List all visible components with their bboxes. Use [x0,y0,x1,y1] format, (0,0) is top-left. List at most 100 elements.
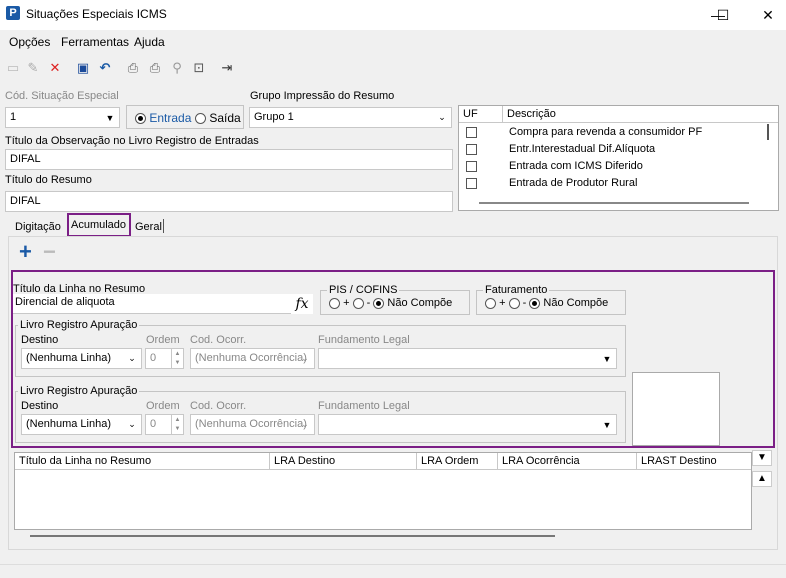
tab-acumulado[interactable]: Acumulado [67,213,131,237]
move-up-icon[interactable]: ▲ [752,471,772,487]
resumo-grid-header: Título da Linha no Resumo LRA Destino LR… [15,453,751,470]
col-uf[interactable]: UF [459,106,503,123]
uf-grid[interactable]: UF Descrição Compra para revenda a consu… [458,105,779,211]
close-button[interactable]: ✕ [745,0,786,30]
row-desc: Entrada de Produtor Rural [509,177,638,189]
col-lrast-destino[interactable]: LRAST Destino [637,453,751,470]
table-row[interactable]: Entrada de Produtor Rural [459,175,759,192]
new-icon[interactable]: ▭ [4,59,22,77]
destino-combo[interactable]: (Nenhuma Linha) ⌄ [21,414,142,435]
row-checkbox[interactable] [466,178,477,189]
horizontal-scrollbar[interactable] [30,535,555,537]
radio-entrada[interactable]: Entrada [135,111,191,125]
app-icon: P [6,6,20,20]
undo-icon[interactable]: ↶ [96,59,114,77]
radio-saida[interactable]: Saída [195,111,241,125]
menu-ajuda[interactable]: Ajuda [134,35,165,49]
ordem-value: 0 [150,352,157,364]
ordem-label: Ordem [146,400,180,412]
horizontal-scrollbar[interactable] [479,202,749,204]
obs-label: Título da Observação no Livro Registro d… [5,135,259,147]
livro-legend: Livro Registro Apuração [18,385,140,397]
pis-minus-label: - [366,297,371,309]
row-checkbox[interactable] [466,127,477,138]
menu-ferramentas[interactable]: Ferramentas [61,35,129,49]
menu-opcoes[interactable]: Opções [9,35,50,49]
cod-ocorr-label: Cod. Ocorr. [190,400,247,412]
cod-ocorr-label: Cod. Ocorr. [190,334,247,346]
fx-icon[interactable]: fx [291,294,313,314]
pis-radio-nao[interactable] [373,297,385,309]
entrada-saida-group: Entrada Saída [126,105,244,129]
maximize-button[interactable]: ☐ [700,0,746,30]
tab-geral[interactable]: Geral [135,221,162,233]
resumo-input[interactable]: DIFAL [5,191,453,212]
fat-radio-plus[interactable] [485,297,496,309]
destino-label: Destino [21,334,59,346]
title-bar: P Situações Especiais ICMS — ☐ ✕ [0,0,786,30]
cod-ocorr-value: (Nenhuma Ocorrência) [195,352,307,364]
grupo-value: Grupo 1 [254,111,294,123]
vertical-scrollbar[interactable] [767,124,769,140]
fat-radio-minus[interactable] [508,297,520,309]
pis-radio-minus[interactable] [352,297,364,309]
ordem-stepper[interactable]: 0 ▲ ▼ [145,348,184,369]
stepper-arrows-icon[interactable]: ▲ ▼ [171,349,183,368]
cod-ocorr-combo[interactable]: (Nenhuma Ocorrência) ⌄ [190,348,315,369]
pis-radio-plus[interactable] [329,297,340,309]
search-icon[interactable]: ⚲ [168,59,186,77]
chevron-down-icon: ▼ [602,353,612,364]
exit-icon[interactable]: ⇥ [218,59,236,77]
window-title: Situações Especiais ICMS [26,7,167,21]
grupo-combo[interactable]: Grupo 1 ⌄ [249,107,452,128]
cod-ocorr-combo[interactable]: (Nenhuma Ocorrência) ⌄ [190,414,315,435]
cod-label: Cód. Situação Especial [5,90,119,102]
move-down-icon[interactable]: ▼ [752,450,772,466]
add-icon[interactable]: + [19,241,32,263]
destino-combo[interactable]: (Nenhuma Linha) ⌄ [21,348,142,369]
col-lra-ordem[interactable]: LRA Ordem [417,453,498,470]
fundamento-combo[interactable]: ▼ [318,414,617,435]
table-row[interactable]: Compra para revenda a consumidor PF [459,124,759,141]
fat-options: + - Não Compõe [485,297,608,309]
edit-icon[interactable]: ✎ [24,59,42,77]
destino-value: (Nenhuma Linha) [26,418,111,430]
chevron-down-icon: ⌄ [301,353,309,363]
col-lra-destino[interactable]: LRA Destino [270,453,417,470]
pis-nao-label: Não Compõe [387,297,453,309]
ordem-stepper[interactable]: 0 ▲ ▼ [145,414,184,435]
col-titulo-linha[interactable]: Título da Linha no Resumo [15,453,270,470]
uf-grid-rows: Compra para revenda a consumidor PF Entr… [459,124,759,192]
chevron-down-icon: ▼ [602,419,612,430]
save-icon[interactable]: ▣ [74,59,92,77]
faturamento-legend: Faturamento [483,284,550,296]
remove-icon[interactable]: − [43,241,56,263]
col-descricao[interactable]: Descrição [503,106,763,123]
radio-entrada-label: Entrada [149,111,192,125]
print-icon[interactable]: ⎙ [124,59,142,77]
tab-divider [163,219,164,233]
zoom-icon[interactable]: ⊡ [190,59,208,77]
resumo-grid[interactable]: Título da Linha no Resumo LRA Destino LR… [14,452,752,530]
row-checkbox[interactable] [466,161,477,172]
chevron-down-icon: ⌄ [301,419,309,429]
fat-minus-label: - [522,297,527,309]
row-checkbox[interactable] [466,144,477,155]
tab-digitacao[interactable]: Digitação [15,221,61,233]
table-row[interactable]: Entr.Interestadual Dif.Alíquota [459,141,759,158]
delete-icon[interactable]: ✕ [46,59,64,77]
fat-radio-nao[interactable] [529,297,541,309]
fundamento-combo[interactable]: ▼ [318,348,617,369]
status-bar [0,564,786,578]
pis-cofins-legend: PIS / COFINS [327,284,400,296]
obs-input[interactable]: DIFAL [5,149,453,170]
cod-combo[interactable]: 1 ▼ [5,107,120,128]
destino-label: Destino [21,400,59,412]
livro-legend: Livro Registro Apuração [18,319,140,331]
print-preview-icon[interactable]: ⎙ [146,59,164,77]
table-row[interactable]: Entrada com ICMS Diferido [459,158,759,175]
titulo-linha-input[interactable]: Direncial de aliquota [13,294,291,314]
pis-cofins-group: PIS / COFINS + - Não Compõe [320,284,470,315]
col-lra-ocorrencia[interactable]: LRA Ocorrência [498,453,637,470]
stepper-arrows-icon[interactable]: ▲ ▼ [171,415,183,434]
